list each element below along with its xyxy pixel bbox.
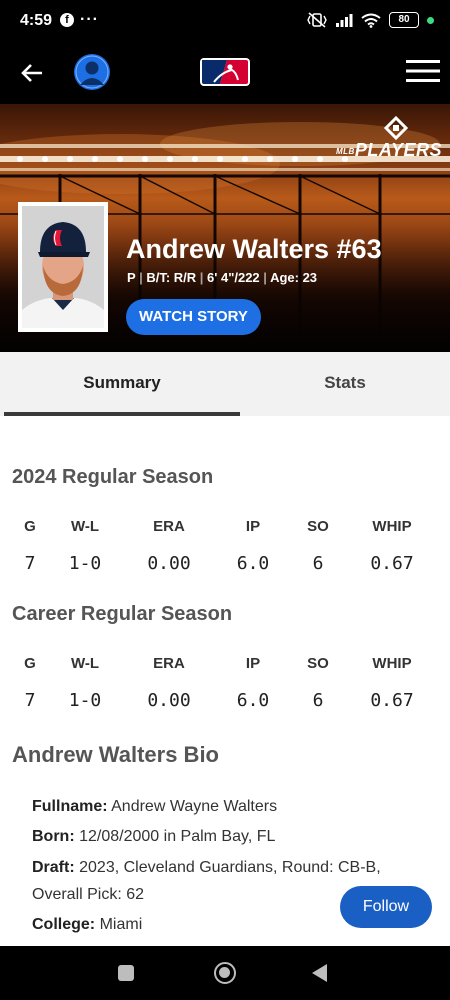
watch-story-button[interactable]: WATCH STORY bbox=[126, 299, 261, 335]
bio-draft-label: Draft: bbox=[32, 859, 75, 876]
stat-value: 6.0 bbox=[236, 553, 270, 574]
stat-col-g: G 7 bbox=[24, 518, 36, 574]
stat-value: 7 bbox=[24, 553, 36, 574]
players-badge-prefix: MLB bbox=[335, 146, 355, 156]
system-back-icon[interactable] bbox=[312, 964, 327, 982]
stat-header: ERA bbox=[153, 655, 185, 672]
stat-header: W-L bbox=[70, 518, 100, 535]
player-position: P bbox=[127, 270, 136, 285]
status-bar: 4:59 f ··· 80 bbox=[0, 0, 450, 44]
stat-col-ip: IP 6.0 bbox=[237, 518, 270, 574]
player-name: Andrew Walters #63 bbox=[126, 234, 382, 264]
stat-header: ERA bbox=[153, 518, 185, 535]
stat-value: 6 bbox=[312, 690, 324, 711]
bio-title: Andrew Walters Bio bbox=[12, 742, 219, 767]
stat-col-whip: WHIP 0.67 bbox=[370, 518, 413, 574]
stat-value: 1-0 bbox=[68, 553, 102, 574]
career-stats-title: Career Regular Season bbox=[12, 603, 233, 625]
stat-col-so: SO 6 bbox=[307, 518, 329, 574]
status-time: 4:59 bbox=[20, 12, 53, 29]
notification-icons: f ··· bbox=[60, 11, 99, 28]
recent-apps-icon[interactable] bbox=[118, 965, 134, 981]
stat-value: 7 bbox=[24, 690, 36, 711]
vibrate-icon bbox=[307, 12, 327, 28]
stat-col-g: G 7 bbox=[24, 655, 36, 711]
player-height-weight: 6' 4"/222 bbox=[207, 270, 260, 285]
stat-header: SO bbox=[307, 518, 329, 535]
bio-college-label: College: bbox=[32, 916, 96, 933]
stat-col-wl: W-L 1-0 bbox=[69, 655, 102, 711]
stat-header: WHIP bbox=[372, 655, 412, 672]
system-navigation-bar bbox=[0, 946, 450, 1000]
stat-header: W-L bbox=[70, 655, 100, 672]
more-notifications-indicator: ··· bbox=[80, 11, 99, 28]
stat-col-whip: WHIP 0.67 bbox=[370, 655, 413, 711]
battery-indicator: 80 bbox=[389, 12, 419, 28]
stat-value: 0.00 bbox=[147, 553, 191, 574]
stat-value: 6.0 bbox=[236, 690, 270, 711]
bio-draft-value-2: Overall Pick: 62 bbox=[32, 886, 145, 903]
stat-header: SO bbox=[307, 655, 329, 672]
bio-fullname: Fullname: Andrew Wayne Walters bbox=[32, 793, 412, 820]
stat-value: 0.67 bbox=[370, 690, 414, 711]
summary-content: 2024 Regular Season G 7 W-L 1-0 ERA 0.00… bbox=[0, 416, 450, 946]
bio-fullname-value: Andrew Wayne Walters bbox=[111, 798, 278, 815]
system-status-icons: 80 bbox=[307, 12, 434, 28]
player-tabs: Summary Stats bbox=[0, 352, 450, 416]
season-stats-title: 2024 Regular Season bbox=[12, 466, 214, 488]
stat-col-wl: W-L 1-0 bbox=[69, 518, 102, 574]
bio-born: Born: 12/08/2000 in Palm Bay, FL bbox=[32, 823, 412, 850]
bio-draft-value: 2023, Cleveland Guardians, Round: CB-B, bbox=[79, 859, 381, 876]
player-meta: P | B/T: R/R | 6' 4"/222 | Age: 23 bbox=[127, 270, 318, 285]
privacy-indicator-dot bbox=[427, 16, 434, 24]
stat-header: IP bbox=[245, 518, 261, 535]
player-hero-banner: MLBPLAYERS Andrew Walters #63 P | B/T: R… bbox=[0, 104, 450, 352]
back-arrow-icon[interactable] bbox=[18, 58, 48, 88]
stat-col-era: ERA 0.00 bbox=[147, 655, 190, 711]
bio-born-value: 12/08/2000 in Palm Bay, FL bbox=[79, 828, 276, 845]
stat-header: G bbox=[24, 655, 36, 672]
bio-college-value: Miami bbox=[99, 916, 143, 933]
stat-col-so: SO 6 bbox=[307, 655, 329, 711]
bio-fullname-label: Fullname: bbox=[32, 798, 108, 815]
stat-value: 0.67 bbox=[370, 553, 414, 574]
stat-value: 6 bbox=[312, 553, 324, 574]
user-icon bbox=[75, 55, 109, 89]
wifi-icon bbox=[361, 13, 381, 28]
stat-header: WHIP bbox=[372, 518, 412, 535]
tab-stats[interactable]: Stats bbox=[240, 352, 450, 416]
players-badge-label: PLAYERS bbox=[354, 140, 442, 160]
bio-draft: Draft: 2023, Cleveland Guardians, Round:… bbox=[32, 854, 412, 881]
players-badge-text: MLBPLAYERS bbox=[336, 140, 442, 161]
player-headshot bbox=[18, 202, 108, 332]
stat-value: 0.00 bbox=[147, 690, 191, 711]
stat-header: IP bbox=[245, 655, 261, 672]
facebook-icon: f bbox=[60, 13, 74, 27]
profile-avatar-button[interactable] bbox=[74, 54, 110, 90]
tab-summary[interactable]: Summary bbox=[4, 352, 240, 416]
follow-button[interactable]: Follow bbox=[340, 886, 432, 928]
home-icon[interactable] bbox=[214, 962, 236, 984]
stat-value: 1-0 bbox=[68, 690, 102, 711]
stat-col-era: ERA 0.00 bbox=[147, 518, 190, 574]
player-age: Age: 23 bbox=[270, 270, 318, 285]
hamburger-menu-icon[interactable] bbox=[406, 58, 440, 84]
stat-header: G bbox=[24, 518, 36, 535]
stat-col-ip: IP 6.0 bbox=[237, 655, 270, 711]
bio-born-label: Born: bbox=[32, 828, 75, 845]
mlb-logo[interactable] bbox=[200, 58, 250, 86]
app-header bbox=[0, 44, 450, 104]
player-photo bbox=[22, 206, 104, 328]
signal-icon bbox=[336, 14, 353, 27]
player-bats-throws: B/T: R/R bbox=[146, 270, 197, 285]
